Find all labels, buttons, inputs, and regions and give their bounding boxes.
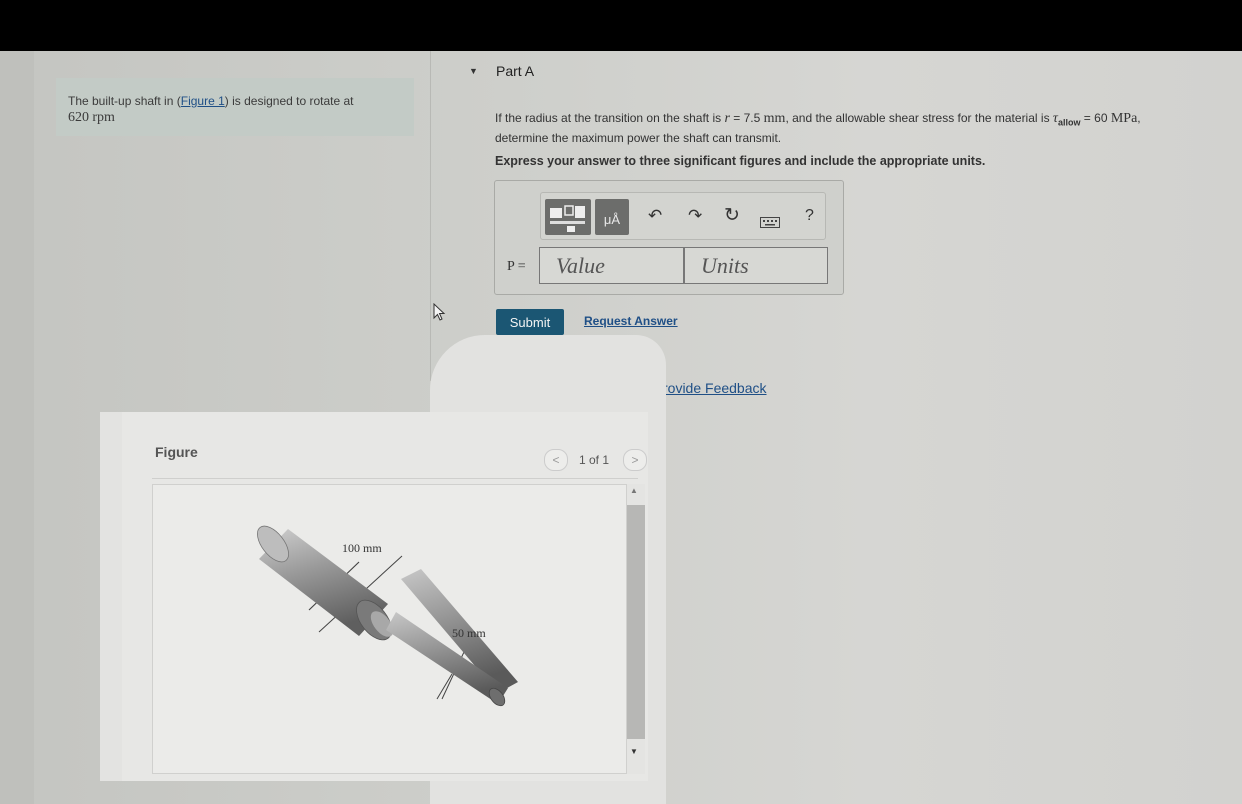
templates-button[interactable] <box>545 199 591 235</box>
speed-value: 620 <box>68 110 89 125</box>
request-answer-link[interactable]: Request Answer <box>584 314 678 328</box>
collapse-caret-icon[interactable]: ▼ <box>469 66 478 76</box>
reset-icon[interactable]: ↻ <box>724 206 740 226</box>
dimension-label-large: 100 mm <box>342 541 382 555</box>
question-segment: If the radius at the transition on the s… <box>495 111 722 125</box>
undo-icon[interactable]: ↶ <box>648 206 662 226</box>
question-line-2: determine the maximum power the shaft ca… <box>495 131 782 146</box>
scroll-up-icon[interactable]: ▲ <box>630 486 638 495</box>
radius-unit: mm <box>763 111 786 126</box>
provide-feedback-link[interactable]: rovide Feedback <box>663 380 767 396</box>
answer-label: P = <box>507 259 526 274</box>
figure-scroll-thumb[interactable] <box>627 505 645 739</box>
question-segment-2: , and the allowable shear stress for the… <box>785 111 1050 125</box>
panel-divider <box>430 51 431 381</box>
redo-icon[interactable]: ↷ <box>688 206 702 226</box>
tau-unit: MPa <box>1110 111 1138 126</box>
speed-unit: rpm <box>92 110 115 125</box>
top-black-bar <box>0 0 1242 51</box>
radius-symbol: r <box>724 111 730 126</box>
figure-next-button[interactable]: > <box>623 449 647 471</box>
problem-text-2: ) is designed to rotate at <box>224 94 354 108</box>
left-edge-panel <box>0 51 34 804</box>
templates-icon <box>550 205 585 232</box>
figure-prev-button[interactable]: < <box>544 449 568 471</box>
figure-divider <box>152 478 638 479</box>
question-text: If the radius at the transition on the s… <box>495 111 1141 146</box>
tau-subscript: allow <box>1057 117 1081 128</box>
units-input[interactable]: Units <box>684 247 828 284</box>
units-button[interactable]: μÅ <box>595 199 629 235</box>
keyboard-icon[interactable] <box>760 213 780 233</box>
help-icon[interactable]: ? <box>805 206 814 226</box>
tau-value: = 60 <box>1083 111 1108 125</box>
problem-statement: The built-up shaft in (Figure 1) is desi… <box>56 78 414 136</box>
radius-value: = 7.5 <box>733 111 761 125</box>
figure-pager: 1 of 1 <box>579 453 610 467</box>
figure-label: Figure <box>155 444 198 460</box>
part-title: Part A <box>496 63 535 79</box>
figure-link[interactable]: Figure 1 <box>181 94 225 108</box>
mouse-cursor-icon <box>433 303 446 321</box>
shaft-diagram: 100 mm 50 mm <box>257 525 518 707</box>
submit-button[interactable]: Submit <box>496 309 564 335</box>
dimension-tick-small <box>436 673 453 700</box>
problem-text: The built-up shaft in ( <box>68 94 181 108</box>
dimension-label-small: 50 mm <box>452 626 486 640</box>
scroll-down-icon[interactable]: ▼ <box>630 747 638 756</box>
answer-instructions: Express your answer to three significant… <box>495 154 986 168</box>
value-input[interactable]: Value <box>539 247 684 284</box>
